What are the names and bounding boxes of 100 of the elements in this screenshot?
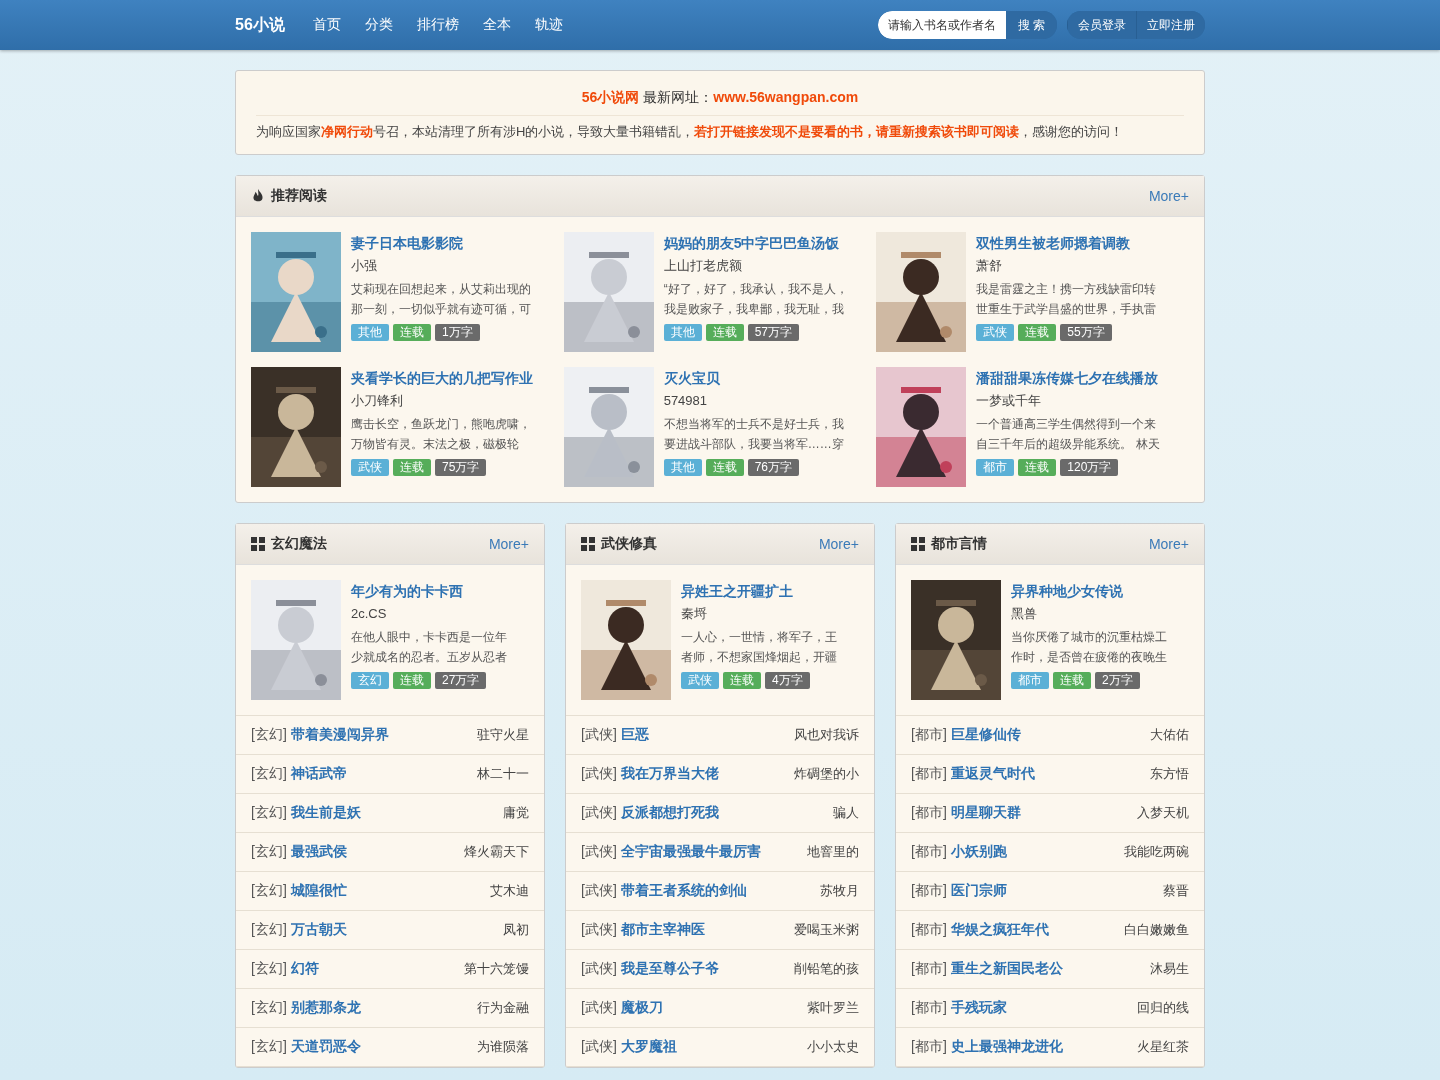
book-tag: 1万字	[435, 324, 480, 341]
genre-label: [武侠]	[581, 726, 617, 744]
genre-label: [都市]	[911, 921, 947, 939]
book-link[interactable]: 神话武帝	[290, 765, 347, 783]
book-link[interactable]: 医门宗师	[950, 882, 1007, 900]
book-author: 2c.CS	[351, 605, 388, 623]
book-author: 白白嫩嫩鱼	[1124, 921, 1189, 939]
book-author: 紫叶罗兰	[807, 999, 859, 1017]
book-link[interactable]: 我生前是妖	[290, 804, 361, 822]
genre-label: [武侠]	[581, 804, 617, 822]
account-button[interactable]: 立即注册	[1136, 11, 1205, 39]
genre-label: [都市]	[911, 1038, 947, 1056]
book-author: 苏牧月	[820, 882, 859, 900]
book-author: 驻守火星	[477, 726, 529, 744]
book-link[interactable]: 重生之新国民老公	[950, 960, 1063, 978]
book-author: 削铅笔的孩	[794, 960, 859, 978]
book-description: 少就成名的忍者。五岁从忍者	[351, 649, 507, 666]
genre-label: [都市]	[911, 960, 947, 978]
book-description: 要进战斗部队，我要当将军……穿	[663, 436, 844, 453]
book-link[interactable]: 我是至尊公子爷	[620, 960, 719, 978]
book-description: 在他人眼中，卡卡西是一位年	[351, 629, 507, 646]
book-link[interactable]: 天道罚恶令	[290, 1038, 361, 1056]
book-link[interactable]: 史上最强神龙进化	[950, 1038, 1063, 1056]
site-logo[interactable]: 56小说	[235, 14, 285, 36]
book-link[interactable]: 带着美漫闯异界	[290, 726, 389, 744]
book-link[interactable]: 重返灵气时代	[950, 765, 1035, 783]
genre-label: [玄幻]	[251, 1038, 287, 1056]
nav-link[interactable]: 首页	[300, 16, 353, 34]
more-link[interactable]: More+	[1148, 536, 1189, 552]
panel-title: 推荐阅读	[271, 187, 327, 205]
book-link[interactable]: 魔极刀	[620, 999, 663, 1017]
nav-link[interactable]: 轨迹	[522, 16, 575, 34]
nav-link[interactable]: 排行榜	[404, 16, 471, 34]
more-link[interactable]: More+	[488, 536, 529, 552]
book-title[interactable]: 夹看学长的巨大的几把写作业	[351, 368, 533, 388]
book-link[interactable]: 带着王者系统的剑仙	[620, 882, 747, 900]
genre-label: [武侠]	[581, 882, 617, 900]
book-tag: 连载	[723, 672, 761, 689]
genre-label: [都市]	[911, 882, 947, 900]
book-title[interactable]: 灭火宝贝	[663, 368, 844, 388]
book-link[interactable]: 全宇宙最强最牛最厉害	[620, 843, 761, 861]
notice-headline: 56小说网 最新网址：www.56wangpan.com	[256, 89, 1184, 116]
book-description: 世重生于武学昌盛的世界，手执雷	[976, 301, 1157, 318]
book-author: 第十六笼馒	[464, 960, 529, 978]
book-author: 烽火霸天下	[464, 843, 529, 861]
book-title[interactable]: 妻子日本电影影院	[351, 233, 531, 253]
book-title[interactable]: 异界种地少女传说	[1011, 581, 1167, 601]
book-link[interactable]: 小妖别跑	[950, 843, 1007, 861]
book-link[interactable]: 巨恶	[620, 726, 649, 744]
book-tag: 2万字	[1095, 672, 1140, 689]
book-title[interactable]: 双性男生被老师摁着调教	[976, 233, 1157, 253]
book-link[interactable]: 幻符	[290, 960, 319, 978]
genre-label: [玄幻]	[251, 804, 287, 822]
book-link[interactable]: 明星聊天群	[950, 804, 1021, 822]
book-author: 艾木迪	[490, 882, 529, 900]
book-title[interactable]: 年少有为的卡卡西	[351, 581, 507, 601]
book-description: 艾莉现在回想起来，从艾莉出现的	[351, 281, 531, 298]
book-link[interactable]: 都市主宰神医	[620, 921, 705, 939]
book-author: 行为金融	[477, 999, 529, 1017]
grid-icon	[581, 537, 595, 551]
genre-label: [武侠]	[581, 960, 617, 978]
book-author: 地窨里的	[807, 843, 859, 861]
book-author: 林二十一	[477, 765, 529, 783]
nav-link[interactable]: 分类	[352, 16, 405, 34]
more-link[interactable]: More+	[818, 536, 859, 552]
book-link[interactable]: 巨星修仙传	[950, 726, 1021, 744]
genre-label: [玄幻]	[251, 999, 287, 1017]
book-link[interactable]: 别惹那条龙	[290, 999, 361, 1017]
book-title[interactable]: 妈妈的朋友5中字巴巴鱼汤饭	[663, 233, 848, 253]
book-title[interactable]: 潘甜甜果冻传媒七夕在线播放	[976, 368, 1160, 388]
book-author: 上山打老虎额	[663, 257, 743, 275]
genre-label: [玄幻]	[251, 726, 287, 744]
book-description: “好了，好了，我承认，我不是人，	[663, 281, 848, 298]
book-description: 不想当将军的士兵不是好士兵，我	[663, 416, 844, 433]
genre-label: [武侠]	[581, 765, 617, 783]
book-link[interactable]: 我在万界当大佬	[620, 765, 719, 783]
genre-label: [武侠]	[581, 921, 617, 939]
book-link[interactable]: 城隍很忙	[290, 882, 347, 900]
search-field[interactable]: 请输入书名或作者名	[877, 11, 1006, 39]
book-link[interactable]: 万古朝天	[290, 921, 347, 939]
book-description: 一人心，一世情，将军子，王	[681, 629, 837, 646]
nav-link[interactable]: 全本	[470, 16, 523, 34]
book-tag: 4万字	[765, 672, 810, 689]
book-tag: 57万字	[747, 324, 799, 341]
book-author: 蔡晋	[1163, 882, 1189, 900]
book-title[interactable]: 异姓王之开疆扩土	[681, 581, 837, 601]
book-link[interactable]: 最强武侯	[290, 843, 347, 861]
book-description: 一个普通高三学生偶然得到一个来	[976, 416, 1158, 433]
book-link[interactable]: 华娱之疯狂年代	[950, 921, 1049, 939]
book-link[interactable]: 手残玩家	[950, 999, 1007, 1017]
book-author: 小刀锋利	[351, 392, 404, 410]
more-link[interactable]: More+	[1148, 188, 1189, 204]
book-author: 火星红茶	[1137, 1038, 1189, 1056]
book-description: 那一刻，一切似乎就有迹可循，可	[351, 301, 531, 318]
book-tag: 连载	[705, 324, 744, 341]
book-description: 自三千年后的超级异能系统。 林天	[976, 436, 1160, 453]
book-tag: 武侠	[976, 324, 1015, 341]
book-link[interactable]: 反派都想打死我	[620, 804, 719, 822]
book-tag: 连载	[393, 324, 431, 341]
book-link[interactable]: 大罗魔祖	[620, 1038, 677, 1056]
